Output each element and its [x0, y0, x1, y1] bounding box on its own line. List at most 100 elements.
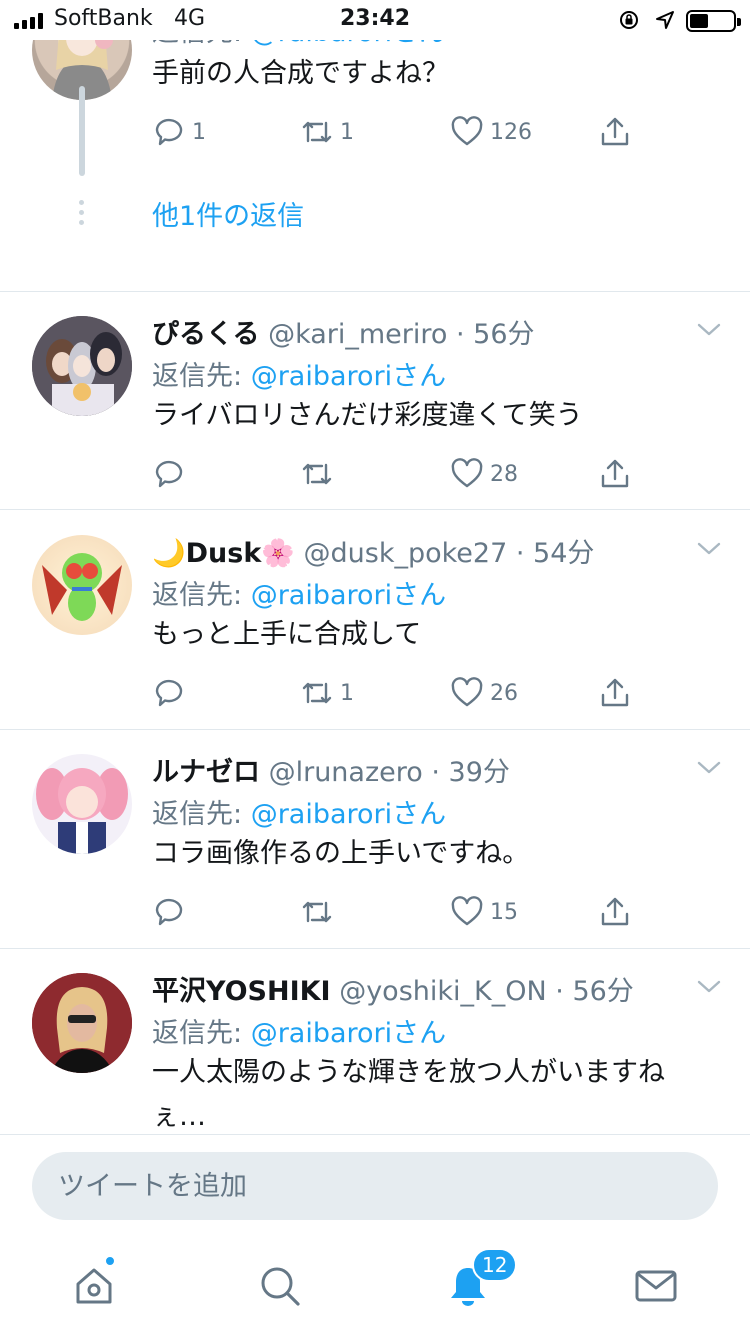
retweet-button[interactable]: 1: [300, 675, 354, 711]
tweet-actions: 1 1 126: [152, 114, 652, 150]
reply-count: 1: [192, 119, 206, 145]
tweet-header: 平沢YOSHIKI @yoshiki_K_ON · 56分: [152, 976, 634, 1007]
thread-dots: [79, 200, 85, 226]
reply-button[interactable]: [152, 894, 192, 930]
mention-link[interactable]: @raibaroriさん: [251, 580, 446, 611]
tweet-actions: 28: [152, 456, 652, 492]
mention-link[interactable]: @raibaroriさん: [251, 40, 446, 48]
like-count: 28: [490, 461, 518, 487]
retweet-icon: [302, 901, 332, 923]
like-button[interactable]: 126: [450, 114, 532, 150]
tweet-item[interactable]: 🌙Dusk🌸 @dusk_poke27 · 54分 返信先: @raibaror…: [0, 511, 750, 730]
reply-icon: [155, 679, 183, 707]
like-count: 26: [490, 680, 518, 706]
like-icon: [451, 458, 483, 488]
tab-bar: [0, 1234, 750, 1334]
like-icon: [451, 677, 483, 707]
tweet-text: 手前の人合成ですよね？: [152, 58, 449, 89]
tweet-time: 39分: [448, 757, 510, 788]
tweet-time: 56分: [473, 319, 535, 350]
like-count: 126: [490, 119, 532, 145]
reply-icon: [155, 460, 183, 488]
reply-to: 返信先: @raibaroriさん: [152, 799, 447, 830]
tweet-text: コラ画像作るの上手いですね。: [152, 838, 530, 869]
tweet-item[interactable]: ぴるくる @kari_meriro · 56分 返信先: @raibaroriさ…: [0, 292, 750, 510]
tweet-header: 🌙Dusk🌸 @dusk_poke27 · 54分: [152, 538, 595, 569]
share-button[interactable]: [598, 456, 632, 492]
tweet-item[interactable]: 平沢YOSHIKI @yoshiki_K_ON · 56分 返信先: @raib…: [0, 949, 750, 1135]
reply-button[interactable]: [152, 456, 192, 492]
share-button[interactable]: [598, 894, 632, 930]
user-handle[interactable]: @dusk_poke27: [304, 538, 508, 569]
mail-icon[interactable]: [634, 1264, 678, 1308]
tweet-item[interactable]: ルナゼロ @lrunazero · 39分 返信先: @raibaroriさん …: [0, 730, 750, 949]
like-button[interactable]: 28: [450, 456, 518, 492]
chevron-down-icon[interactable]: [696, 979, 722, 995]
reply-feed: 返信先: @raibaroriさん 手前の人合成ですよね？ 1 1 126 他1…: [0, 40, 750, 1135]
tweet-actions: 1 26: [152, 675, 652, 711]
reply-to: 返信先: @raibaroriさん: [152, 40, 446, 49]
retweet-button[interactable]: 1: [300, 114, 354, 150]
avatar[interactable]: [32, 754, 132, 854]
share-icon: [601, 678, 629, 707]
search-icon[interactable]: [258, 1264, 302, 1308]
chevron-down-icon[interactable]: [696, 541, 722, 557]
display-name[interactable]: 平沢YOSHIKI: [152, 976, 331, 1007]
tweet-time: 56分: [572, 976, 634, 1007]
reply-icon: [155, 898, 183, 926]
retweet-button[interactable]: [300, 894, 340, 930]
avatar[interactable]: [32, 535, 132, 635]
share-icon: [601, 117, 629, 146]
retweet-icon: [302, 121, 332, 143]
retweet-count: 1: [340, 119, 354, 145]
user-handle[interactable]: @lrunazero: [269, 757, 423, 788]
chevron-down-icon[interactable]: [696, 760, 722, 776]
like-button[interactable]: 26: [450, 675, 518, 711]
like-button[interactable]: 15: [450, 894, 518, 930]
display-name[interactable]: 🌙Dusk🌸: [152, 538, 295, 569]
tweet-text: ライバロリさんだけ彩度違くて笑う: [152, 400, 583, 431]
chevron-down-icon[interactable]: [696, 322, 722, 338]
share-button[interactable]: [598, 114, 632, 150]
reply-compose[interactable]: [32, 1152, 718, 1220]
like-count: 15: [490, 899, 518, 925]
reply-button[interactable]: [152, 675, 192, 711]
reply-button[interactable]: 1: [152, 114, 206, 150]
retweet-button[interactable]: [300, 456, 340, 492]
status-bar: SoftBank 4G 23:42: [0, 0, 750, 40]
retweet-icon: [302, 463, 332, 485]
notification-badge: 12: [472, 1248, 518, 1282]
user-handle[interactable]: @kari_meriro: [268, 319, 447, 350]
tweet-actions: 15: [152, 894, 652, 930]
user-handle[interactable]: @yoshiki_K_ON: [339, 976, 546, 1007]
avatar[interactable]: [32, 316, 132, 416]
tweet-time: 54分: [533, 538, 595, 569]
tweet-text: 一人太陽のような輝きを放つ人がいますねぇ…: [152, 1057, 665, 1132]
like-icon: [451, 896, 483, 926]
tweet-header: ルナゼロ @lrunazero · 39分: [152, 757, 510, 788]
share-button[interactable]: [598, 675, 632, 711]
reply-to: 返信先: @raibaroriさん: [152, 361, 447, 392]
share-icon: [601, 897, 629, 926]
home-icon[interactable]: [72, 1264, 116, 1308]
retweet-icon: [302, 682, 332, 704]
avatar[interactable]: [32, 973, 132, 1073]
reply-to: 返信先: @raibaroriさん: [152, 1018, 447, 1049]
thread-line: [79, 86, 85, 176]
retweet-count: 1: [340, 680, 354, 706]
tweet-header: ぴるくる @kari_meriro · 56分: [152, 319, 535, 350]
display-name[interactable]: ルナゼロ: [152, 757, 260, 788]
thread-tweet[interactable]: 返信先: @raibaroriさん 手前の人合成ですよね？ 1 1 126 他1…: [0, 40, 750, 292]
display-name[interactable]: ぴるくる: [152, 319, 259, 350]
like-icon: [451, 116, 483, 146]
rotation-lock-icon: [620, 11, 638, 29]
share-icon: [601, 459, 629, 488]
mention-link[interactable]: @raibaroriさん: [251, 1018, 446, 1049]
reply-to: 返信先: @raibaroriさん: [152, 580, 447, 611]
mention-link[interactable]: @raibaroriさん: [251, 361, 446, 392]
add-tweet-input[interactable]: [32, 1152, 718, 1220]
mention-link[interactable]: @raibaroriさん: [251, 799, 446, 830]
more-replies-link[interactable]: 他1件の返信: [152, 194, 304, 233]
reply-icon: [155, 118, 183, 146]
tweet-text: もっと上手に合成して: [152, 619, 422, 650]
